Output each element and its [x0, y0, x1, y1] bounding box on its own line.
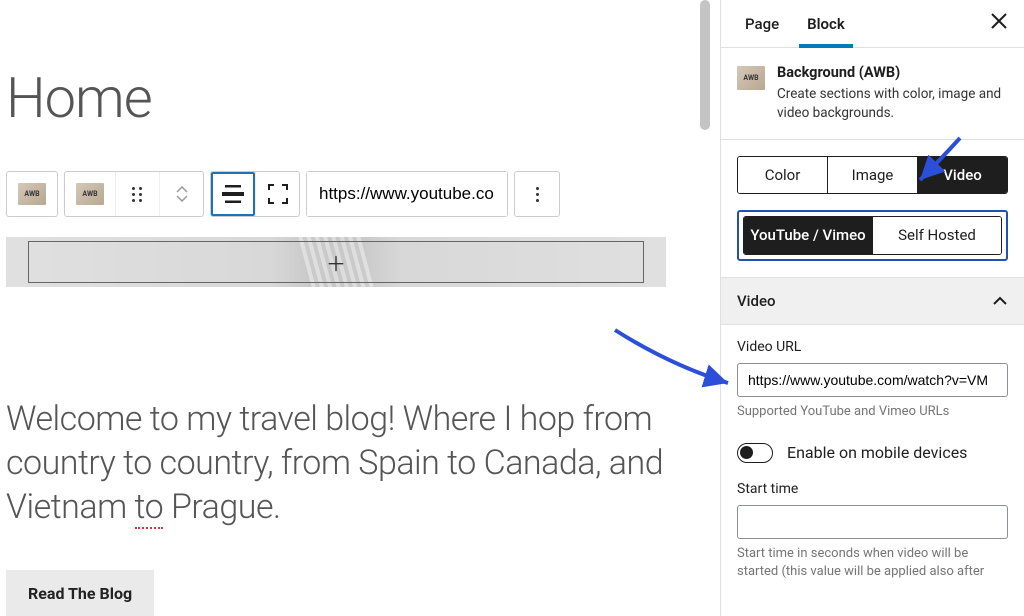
read-blog-button[interactable]: Read The Blog [6, 570, 154, 616]
mobile-toggle-label: Enable on mobile devices [787, 443, 967, 462]
chevron-updown-icon [176, 186, 188, 202]
body-text-part-1: Welcome to my travel blog! Where I hop f… [6, 399, 663, 527]
video-url-help: Supported YouTube and Vimeo URLs [737, 403, 1008, 421]
drag-handle[interactable] [115, 172, 159, 216]
block-appender[interactable]: ＋ [28, 241, 644, 283]
video-src-youtube[interactable]: YouTube / Vimeo [744, 217, 872, 254]
block-icon-button[interactable]: AWB [7, 172, 57, 216]
awb-icon: AWB [737, 66, 765, 90]
drag-icon [132, 187, 143, 202]
scrollbar[interactable] [700, 0, 710, 130]
block-description: Create sections with color, image and vi… [777, 85, 1008, 123]
block-type-group: AWB [6, 171, 58, 217]
close-icon [990, 12, 1008, 30]
more-options-button[interactable] [515, 172, 559, 216]
fullscreen-button[interactable] [255, 172, 299, 216]
video-panel-toggle[interactable]: Video [721, 277, 1024, 325]
mobile-toggle-row: Enable on mobile devices [737, 443, 1008, 463]
plus-icon: ＋ [326, 248, 346, 277]
editor-canvas: Home AWB AWB [0, 0, 710, 616]
video-panel-body: Video URL Supported YouTube and Vimeo UR… [721, 325, 1024, 596]
toggle-knob [740, 446, 753, 459]
video-url-input[interactable] [737, 363, 1008, 397]
video-url-label: Video URL [737, 339, 1008, 355]
start-time-help: Start time in seconds when video will be… [737, 545, 1008, 581]
tab-block[interactable]: Block [799, 0, 853, 48]
align-group [210, 171, 300, 217]
video-src-self[interactable]: Self Hosted [872, 217, 1001, 254]
spelling-error: to [135, 487, 164, 529]
block-preview[interactable]: ＋ [6, 237, 666, 287]
panel-title: Video [737, 292, 776, 310]
block-icon-button-2[interactable]: AWB [65, 172, 115, 216]
body-text-part-2: Prague. [163, 487, 281, 527]
align-wide-button[interactable] [211, 172, 255, 216]
page-title[interactable]: Home [6, 65, 710, 131]
bg-type-video[interactable]: Video [917, 157, 1007, 194]
block-toolbar: AWB AWB [6, 171, 710, 217]
move-up-down[interactable] [159, 172, 203, 216]
mobile-toggle[interactable] [737, 443, 773, 463]
background-type-segmented: Color Image Video [737, 156, 1008, 195]
awb-icon: AWB [18, 183, 46, 205]
block-move-group: AWB [64, 171, 204, 217]
chevron-up-icon [992, 293, 1008, 309]
paragraph-block[interactable]: Welcome to my travel blog! Where I hop f… [6, 397, 686, 530]
settings-sidebar: Page Block AWB Background (AWB) Create s… [720, 0, 1024, 616]
more-group [514, 171, 560, 217]
fullscreen-icon [268, 184, 288, 204]
close-sidebar-button[interactable] [990, 11, 1008, 36]
video-source-segmented: YouTube / Vimeo Self Hosted [737, 210, 1008, 261]
url-group [306, 171, 508, 217]
more-vertical-icon [536, 187, 539, 202]
bg-type-color[interactable]: Color [738, 157, 827, 194]
toolbar-url-input[interactable] [307, 172, 507, 216]
bg-type-image[interactable]: Image [827, 157, 917, 194]
block-title: Background (AWB) [777, 64, 1008, 81]
block-header: AWB Background (AWB) Create sections wit… [721, 48, 1024, 140]
align-wide-icon [222, 185, 244, 203]
start-time-label: Start time [737, 481, 1008, 497]
sidebar-tabs: Page Block [721, 0, 1024, 48]
start-time-input[interactable] [737, 505, 1008, 539]
awb-icon: AWB [76, 183, 104, 205]
tab-page[interactable]: Page [737, 0, 787, 48]
